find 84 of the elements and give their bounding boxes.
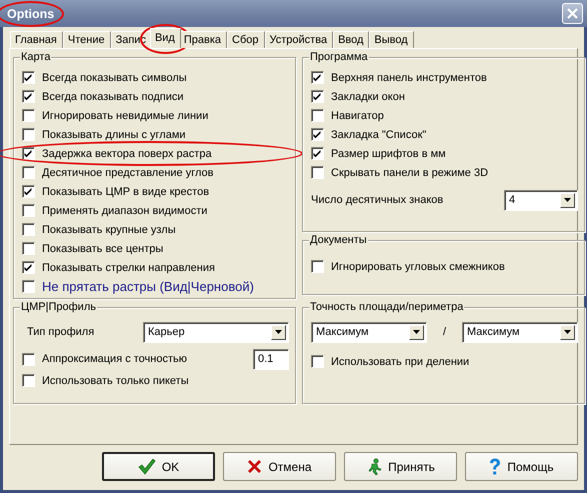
checkmark-icon (24, 187, 33, 196)
dialog-button[interactable]: Принять (344, 452, 457, 481)
group-title: Программа (309, 51, 369, 64)
checkbox[interactable] (311, 109, 324, 122)
checkbox[interactable] (22, 185, 35, 198)
input-field[interactable]: 0.1 (253, 348, 289, 370)
checkbox[interactable] (311, 147, 324, 160)
checkbox-label[interactable]: Десятичное представление углов (42, 166, 214, 178)
tab[interactable]: Сбор (227, 31, 265, 48)
checkbox[interactable] (22, 71, 35, 84)
checkbox[interactable] (22, 166, 35, 179)
checkbox-label[interactable]: Не прятать растры (Вид|Черновой) (42, 279, 254, 294)
checkbox-label[interactable]: Размер шрифтов в мм (331, 148, 446, 160)
dropdown[interactable]: Максимум (311, 322, 427, 342)
checkmark-icon (24, 263, 33, 272)
dialog-button[interactable]: Помощь (465, 452, 578, 481)
tab[interactable]: Правка (178, 31, 228, 48)
checkbox[interactable] (22, 261, 35, 274)
separator-text: / (442, 326, 446, 338)
checkmark-icon (24, 92, 33, 101)
help-icon (489, 458, 502, 476)
checkmark-icon (313, 92, 322, 101)
close-icon[interactable] (562, 3, 583, 24)
checkbox-label[interactable]: Применять диапазон видимости (42, 204, 208, 216)
checkbox[interactable] (311, 355, 324, 368)
tab[interactable]: Вывод (369, 31, 414, 48)
group-title: Точность площади/периметра (309, 301, 464, 314)
checkbox-label[interactable]: Показывать крупные узлы (42, 224, 176, 236)
checkbox[interactable] (311, 166, 324, 179)
checkbox-label[interactable]: Игнорировать угловых смежников (331, 260, 505, 272)
checkbox[interactable] (22, 223, 35, 236)
tab[interactable]: Главная (10, 31, 63, 48)
checkbox[interactable] (22, 374, 35, 387)
checkbox[interactable] (22, 147, 35, 160)
checkbox-label[interactable]: Задержка вектора поверх растра (42, 148, 212, 160)
tab[interactable]: Чтение (62, 31, 111, 48)
checkbox[interactable] (22, 90, 35, 103)
checkbox-label[interactable]: Использовать только пикеты (42, 374, 189, 386)
checkbox-label[interactable]: Закладки окон (331, 90, 405, 102)
checkmark-icon (313, 149, 322, 158)
checkbox-label[interactable]: Показывать все центры (42, 242, 164, 254)
field-label: Тип профиля (27, 326, 94, 338)
checkbox[interactable] (22, 204, 35, 217)
checkbox[interactable] (311, 90, 324, 103)
checkbox-label[interactable]: Навигатор (331, 110, 384, 122)
tab[interactable]: Вид (150, 28, 181, 48)
checkbox-label[interactable]: Показывать ЦМР в виде крестов (42, 186, 210, 198)
checkmark-icon (24, 149, 33, 158)
checkbox[interactable] (22, 242, 35, 255)
checkbox-label[interactable]: Всегда показывать символы (42, 72, 187, 84)
group-title: Карта (20, 51, 52, 64)
checkbox-label[interactable]: Аппроксимация с точностью (42, 353, 187, 365)
checkbox-label[interactable]: Показывать стрелки направления (42, 262, 215, 274)
checkbox[interactable] (22, 109, 35, 122)
running-figure-icon (366, 458, 382, 476)
field-label: Число десятичных знаков (311, 194, 444, 206)
tab[interactable]: Устройства (264, 31, 334, 48)
checkbox[interactable] (22, 280, 35, 293)
dropdown[interactable]: 4 (504, 190, 578, 210)
checkbox-label[interactable]: Показывать длины с углами (42, 128, 186, 140)
dropdown[interactable]: Карьер (143, 322, 289, 342)
checkmark-icon (24, 73, 33, 82)
checkbox-label[interactable]: Игнорировать невидимые линии (42, 110, 208, 122)
checkbox-label[interactable]: Всегда показывать подписи (42, 90, 184, 102)
cross-icon (247, 459, 262, 474)
dialog-button[interactable]: Отмена (223, 452, 336, 481)
dropdown[interactable]: Максимум (462, 322, 578, 342)
checkbox-label[interactable]: Закладка "Список" (331, 128, 426, 140)
checkmark-icon (313, 73, 322, 82)
checkbox-label[interactable]: Скрывать панели в режиме 3D (331, 166, 488, 178)
checkbox-label[interactable]: Верхняя панель инструментов (331, 72, 487, 84)
checkbox[interactable] (22, 352, 35, 366)
checkbox[interactable] (311, 71, 324, 84)
tab[interactable]: Ввод (333, 31, 370, 48)
checkmark-icon (313, 130, 322, 139)
checkmark-icon (138, 458, 156, 474)
group-title: ЦМР|Профиль (20, 301, 97, 314)
checkbox-label[interactable]: Использовать при делении (331, 356, 470, 368)
checkbox[interactable] (311, 128, 324, 141)
group-title: Документы (309, 234, 368, 247)
dialog-button[interactable]: OK (102, 452, 215, 481)
checkbox[interactable] (311, 260, 324, 273)
window-title: Options (7, 6, 54, 20)
checkbox[interactable] (22, 128, 35, 141)
